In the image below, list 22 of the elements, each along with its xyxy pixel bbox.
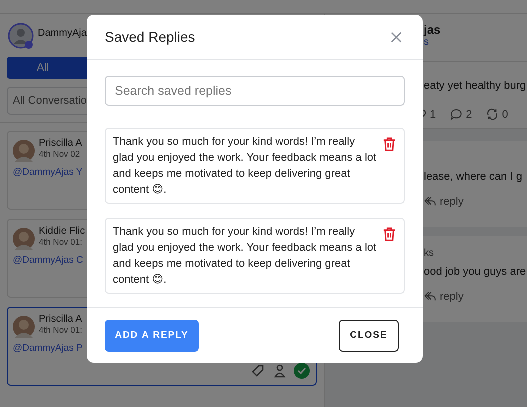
message-preview: @DammyAjas Y: [13, 167, 83, 178]
message-time: 4th Nov 01:: [39, 325, 82, 335]
message-preview: @DammyAjas P: [13, 343, 83, 354]
post-handle: s: [424, 37, 430, 48]
contact-name: Priscilla A: [39, 314, 82, 325]
message-time: 4th Nov 01:: [39, 237, 84, 247]
contact-name: Kiddie Flic: [39, 226, 86, 237]
stat-count: 1: [430, 108, 436, 120]
post-text: eaty yet healthy burg: [424, 80, 526, 92]
comment-text: ood job you guys are: [424, 266, 527, 278]
contact-name: Priscilla A: [39, 138, 82, 149]
comment-author: ks: [424, 248, 435, 260]
stat-count: 0: [502, 108, 508, 120]
saved-reply-text: Thank you so much for your kind words! I’m really glad you enjoyed the work. Your feedback means a lot and keeps me motivated to keep delivering great content 😊.: [113, 225, 377, 288]
message-time: 4th Nov 02: [39, 149, 82, 159]
account-name: DammyAja: [38, 28, 87, 38]
dialog-title: Saved Replies: [105, 29, 196, 45]
saved-reply-text: Thank you so much for your kind words! I’m really glad you enjoyed the work. Your feedback means a lot and keeps me motivated to keep delivering great content 😊.: [113, 135, 377, 198]
post-author: jas: [424, 23, 442, 37]
comment-text: lease, where can I g: [424, 171, 524, 183]
stat-count: 2: [466, 108, 472, 120]
message-preview: @DammyAjas C: [13, 255, 84, 266]
